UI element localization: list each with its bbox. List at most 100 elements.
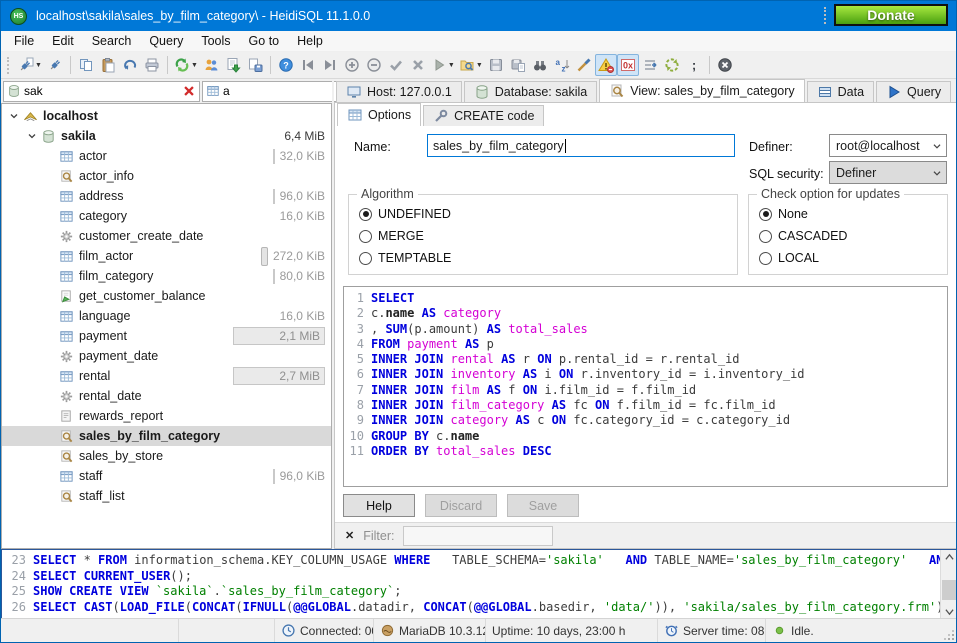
plus-circle-icon [344,57,360,73]
apply-changes-button[interactable] [385,54,407,76]
new-query-tab-button[interactable] [953,81,957,102]
tree-item-staff_list[interactable]: staff_list [2,486,331,506]
dropdown-arrow-icon[interactable]: ▼ [476,62,483,69]
dropdown-arrow-icon[interactable]: ▼ [35,62,42,69]
definer-combobox[interactable]: root@localhost [829,134,947,157]
save-sql-as-button[interactable] [507,54,529,76]
menu-query[interactable]: Query [140,32,192,50]
tree-item-film_category[interactable]: film_category80,0 KiB [2,266,331,286]
grid-export-button[interactable] [244,54,266,76]
editor-filter-input[interactable] [403,526,553,546]
tree-item-rental_date[interactable]: rental_date [2,386,331,406]
discard-changes-button[interactable] [407,54,429,76]
tree-item-language[interactable]: language16,0 KiB [2,306,331,326]
chevron-down-icon[interactable] [6,110,21,122]
tree-item-sales_by_store[interactable]: sales_by_store [2,446,331,466]
first-row-button[interactable] [297,54,319,76]
indent-button[interactable] [639,54,661,76]
hex-view-button[interactable]: 0x [617,54,639,76]
tree-item-address[interactable]: address96,0 KiB [2,186,331,206]
resize-grip[interactable] [952,638,954,640]
help-button[interactable]: ? [275,54,297,76]
open-sql-file-button[interactable]: ▼ [457,54,485,76]
tree-item-get_customer_balance[interactable]: get_customer_balance [2,286,331,306]
tree-item-payment[interactable]: payment2,1 MiB [2,326,331,346]
find-button[interactable] [529,54,551,76]
scroll-down-icon[interactable] [941,604,957,619]
tree-item-rental[interactable]: rental2,7 MiB [2,366,331,386]
scrollbar-thumb[interactable] [942,580,956,600]
user-manager-button[interactable] [200,54,222,76]
tree-item-actor[interactable]: actor32,0 KiB [2,146,331,166]
tree-item-customer_create_date[interactable]: customer_create_date [2,226,331,246]
radio-merge[interactable]: MERGE [359,229,424,243]
single-queries-button[interactable]: ; [683,54,705,76]
last-row-button[interactable] [319,54,341,76]
tab-database-sakila[interactable]: Database: sakila [464,81,597,102]
tree-item-film_actor[interactable]: film_actor272,0 KiB [2,246,331,266]
reconnect-button[interactable] [661,54,683,76]
refresh-button[interactable]: ▼ [172,54,200,76]
warn-unsafe-button[interactable] [595,54,617,76]
donate-button[interactable]: Donate [834,4,948,26]
tree-item-category[interactable]: category16,0 KiB [2,206,331,226]
undo-button[interactable] [119,54,141,76]
dropdown-arrow-icon[interactable]: ▼ [448,62,455,69]
radio-undefined[interactable]: UNDEFINED [359,207,451,221]
subtab-create-code[interactable]: CREATE code [423,105,544,126]
scroll-up-icon[interactable] [941,550,957,565]
dropdown-arrow-icon[interactable]: ▼ [191,62,198,69]
paste-button[interactable] [97,54,119,76]
menu-file[interactable]: File [5,32,43,50]
clear-editor-button[interactable] [573,54,595,76]
tree-item-label: film_category [79,269,153,283]
tree-item-actor_info[interactable]: actor_info [2,166,331,186]
tree-item-sakila[interactable]: sakila6,4 MiB [2,126,331,146]
menu-tools[interactable]: Tools [192,32,239,50]
subtab-options[interactable]: Options [337,103,421,126]
tab-view-sales-by-film-category[interactable]: View: sales_by_film_category [599,79,804,102]
sql-security-dropdown[interactable]: Definer [829,161,947,184]
view-sql-editor[interactable]: 1SELECT2c.name AS category3, SUM(p.amoun… [343,286,948,487]
menu-search[interactable]: Search [83,32,141,50]
tab-query[interactable]: Query [876,81,951,102]
log-scrollbar[interactable] [940,550,957,619]
chevron-down-icon[interactable] [24,130,39,142]
tree-item-sales_by_film_category[interactable]: sales_by_film_category [2,426,331,446]
right-panel: Host: 127.0.0.1Database: sakilaView: sal… [334,79,957,549]
radio-temptable[interactable]: TEMPTABLE [359,251,451,265]
database-filter-input[interactable] [24,84,179,98]
tree-item-rewards_report[interactable]: rewards_report [2,406,331,426]
tab-data[interactable]: Data [807,81,874,102]
window-title: localhost\sakila\sales_by_film_category\… [36,9,370,23]
disconnect-button[interactable] [44,54,66,76]
view-name-input[interactable]: sales_by_film_category [427,134,735,157]
status-server-time: Server time: 08 [658,619,766,642]
delete-row-button[interactable] [363,54,385,76]
tree-item-payment_date[interactable]: payment_date [2,346,331,366]
print-button[interactable] [141,54,163,76]
server-icon [23,109,38,124]
tree-item-localhost[interactable]: localhost [2,106,331,126]
radio-cascaded[interactable]: CASCADED [759,229,847,243]
radio-none[interactable]: None [759,207,808,221]
copy-button[interactable] [75,54,97,76]
execute-sql-button[interactable]: ▼ [429,54,457,76]
menu-edit[interactable]: Edit [43,32,83,50]
close-filter-icon[interactable]: ✕ [345,529,354,542]
export-database-button[interactable] [222,54,244,76]
menu-help[interactable]: Help [288,32,332,50]
database-filter-box[interactable] [3,81,200,102]
help-button[interactable]: Help [343,494,415,517]
app-icon[interactable]: HS [10,8,27,25]
save-sql-button[interactable] [485,54,507,76]
tab-host-127-0-0-1[interactable]: Host: 127.0.0.1 [336,81,462,102]
tree-item-staff[interactable]: staff96,0 KiB [2,466,331,486]
session-manager-button[interactable]: ▼ [16,54,44,76]
menu-go-to[interactable]: Go to [240,32,289,50]
insert-row-button[interactable] [341,54,363,76]
cancel-query-button[interactable] [714,54,736,76]
replace-button[interactable]: az [551,54,573,76]
radio-local[interactable]: LOCAL [759,251,819,265]
clear-filter-icon[interactable] [182,84,196,98]
